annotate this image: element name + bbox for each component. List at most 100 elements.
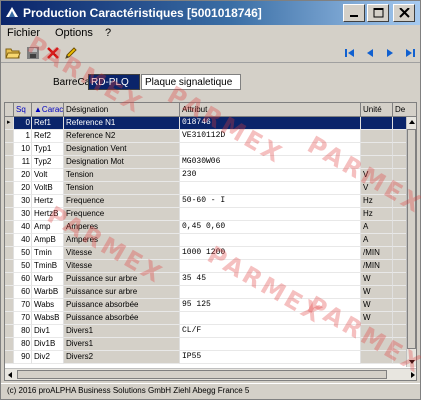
cell-attribut[interactable]: IP55 [180,351,361,364]
table-row[interactable]: 40 AmpB Amperes A [5,234,408,247]
cell-unite: A [361,221,393,234]
scroll-down-icon[interactable] [408,359,416,365]
cell-unite [361,117,393,130]
header-carac[interactable]: ▲Carac [32,103,64,117]
cell-attribut[interactable] [180,338,361,351]
table-row[interactable]: 70 Wabs Puissance absorbée 95 125 W [5,299,408,312]
cell-attribut[interactable]: 018746 [180,117,361,130]
title-bar[interactable]: Production Caractéristiques [5001018746] [1,1,420,25]
header-designation[interactable]: Désignation [64,103,180,117]
save-icon[interactable] [25,45,41,61]
cell-seq: 0 [14,117,32,130]
barrecar-input[interactable]: RD-PLQ [88,74,140,90]
table-row[interactable]: 60 Warb Puissance sur arbre 35 45 W [5,273,408,286]
cell-unite: V [361,182,393,195]
table-row[interactable]: 40 Amp Amperes 0,45 0,60 A [5,221,408,234]
table-row[interactable]: 1 Ref2 Reference N2 VE310112D [5,130,408,143]
header-unite[interactable]: Unité [361,103,393,117]
scroll-left-icon[interactable] [7,371,13,379]
table-row[interactable]: 30 Hertz Frequence 50-60 - I Hz [5,195,408,208]
menu-bar: Fichier Options ? [1,25,420,43]
cell-designation: Tension [64,169,180,182]
cell-attribut[interactable]: 230 [180,169,361,182]
maximize-button[interactable] [367,4,389,22]
vertical-scrollbar[interactable] [406,117,416,367]
cell-attribut[interactable] [180,260,361,273]
cell-attribut[interactable] [180,143,361,156]
cell-attribut[interactable] [180,182,361,195]
vertical-scroll-thumb[interactable] [407,129,416,349]
cell-attribut[interactable]: 50-60 - I [180,195,361,208]
table-row[interactable]: 70 WabsB Puissance absorbée W [5,312,408,325]
table-row[interactable]: 90 Div2 Divers2 IP55 [5,351,408,364]
cell-unite [361,351,393,364]
menu-fichier[interactable]: Fichier [7,27,40,39]
table-row[interactable]: ▸ 0 Ref1 Reference N1 018746 [5,117,408,130]
cell-attribut[interactable] [180,286,361,299]
cell-seq: 80 [14,325,32,338]
cell-attribut[interactable]: CL/F [180,325,361,338]
cell-attribut[interactable] [180,234,361,247]
table-row[interactable]: 30 HertzB Frequence Hz [5,208,408,221]
row-indicator [5,312,14,325]
table-row[interactable]: 50 TminB Vitesse/MIN [5,260,408,273]
header-attribut[interactable]: Attribut [180,103,361,117]
table-row[interactable]: 50 Tmin Vitesse 1000 1200/MIN [5,247,408,260]
cell-unite [361,325,393,338]
last-record-icon[interactable] [403,46,417,60]
edit-icon[interactable] [63,45,79,61]
row-indicator [5,208,14,221]
cell-unite [361,338,393,351]
header-extra[interactable]: De [393,103,416,117]
cell-carac: AmpB [32,234,64,247]
cell-seq: 60 [14,273,32,286]
cell-unite [361,130,393,143]
cell-attribut[interactable] [180,208,361,221]
menu-help[interactable]: ? [105,27,111,39]
row-indicator [5,169,14,182]
scroll-right-icon[interactable] [410,371,416,379]
table-row[interactable]: 11 Typ2 Designation Mot MG030W06 [5,156,408,169]
cell-carac: Typ2 [32,156,64,169]
cell-attribut[interactable] [180,312,361,325]
close-button[interactable] [393,4,415,22]
cell-designation: Reference N2 [64,130,180,143]
minimize-button[interactable] [343,4,365,22]
row-indicator [5,234,14,247]
horizontal-scrollbar[interactable] [5,368,416,380]
scroll-up-icon[interactable] [408,119,416,125]
previous-record-icon[interactable] [363,46,377,60]
row-indicator [5,273,14,286]
cell-attribut[interactable]: 95 125 [180,299,361,312]
cell-attribut[interactable]: 0,45 0,60 [180,221,361,234]
row-indicator: ▸ [5,117,14,130]
cell-unite: A [361,234,393,247]
table-row[interactable]: 80 Div1B Divers1 [5,338,408,351]
table-row[interactable]: 20 VoltB Tension V [5,182,408,195]
header-seq[interactable]: Sq [14,103,32,117]
cell-designation: Frequence [64,208,180,221]
cell-unite: V [361,169,393,182]
cell-carac: Warb [32,273,64,286]
cell-attribut[interactable]: 35 45 [180,273,361,286]
open-folder-icon[interactable] [5,45,21,61]
window-title: Production Caractéristiques [5001018746] [23,6,262,20]
table-row[interactable]: 80 Div1 Divers1 CL/F [5,325,408,338]
delete-icon[interactable] [45,45,61,61]
menu-options[interactable]: Options [55,27,93,39]
cell-designation: Puissance absorbée [64,299,180,312]
table-row[interactable]: 60 WarbB Puissance sur arbre W [5,286,408,299]
toolbar [1,43,420,63]
table-row[interactable]: 20 Volt Tension 230 V [5,169,408,182]
table-row[interactable]: 10 Typ1 Designation Vent [5,143,408,156]
cell-carac: TminB [32,260,64,273]
app-window: Production Caractéristiques [5001018746]… [0,0,421,400]
cell-designation: Designation Mot [64,156,180,169]
horizontal-scroll-thumb[interactable] [17,370,387,379]
cell-attribut[interactable]: 1000 1200 [180,247,361,260]
cell-attribut[interactable]: MG030W06 [180,156,361,169]
cell-designation: Puissance sur arbre [64,286,180,299]
next-record-icon[interactable] [383,46,397,60]
first-record-icon[interactable] [343,46,357,60]
cell-attribut[interactable]: VE310112D [180,130,361,143]
